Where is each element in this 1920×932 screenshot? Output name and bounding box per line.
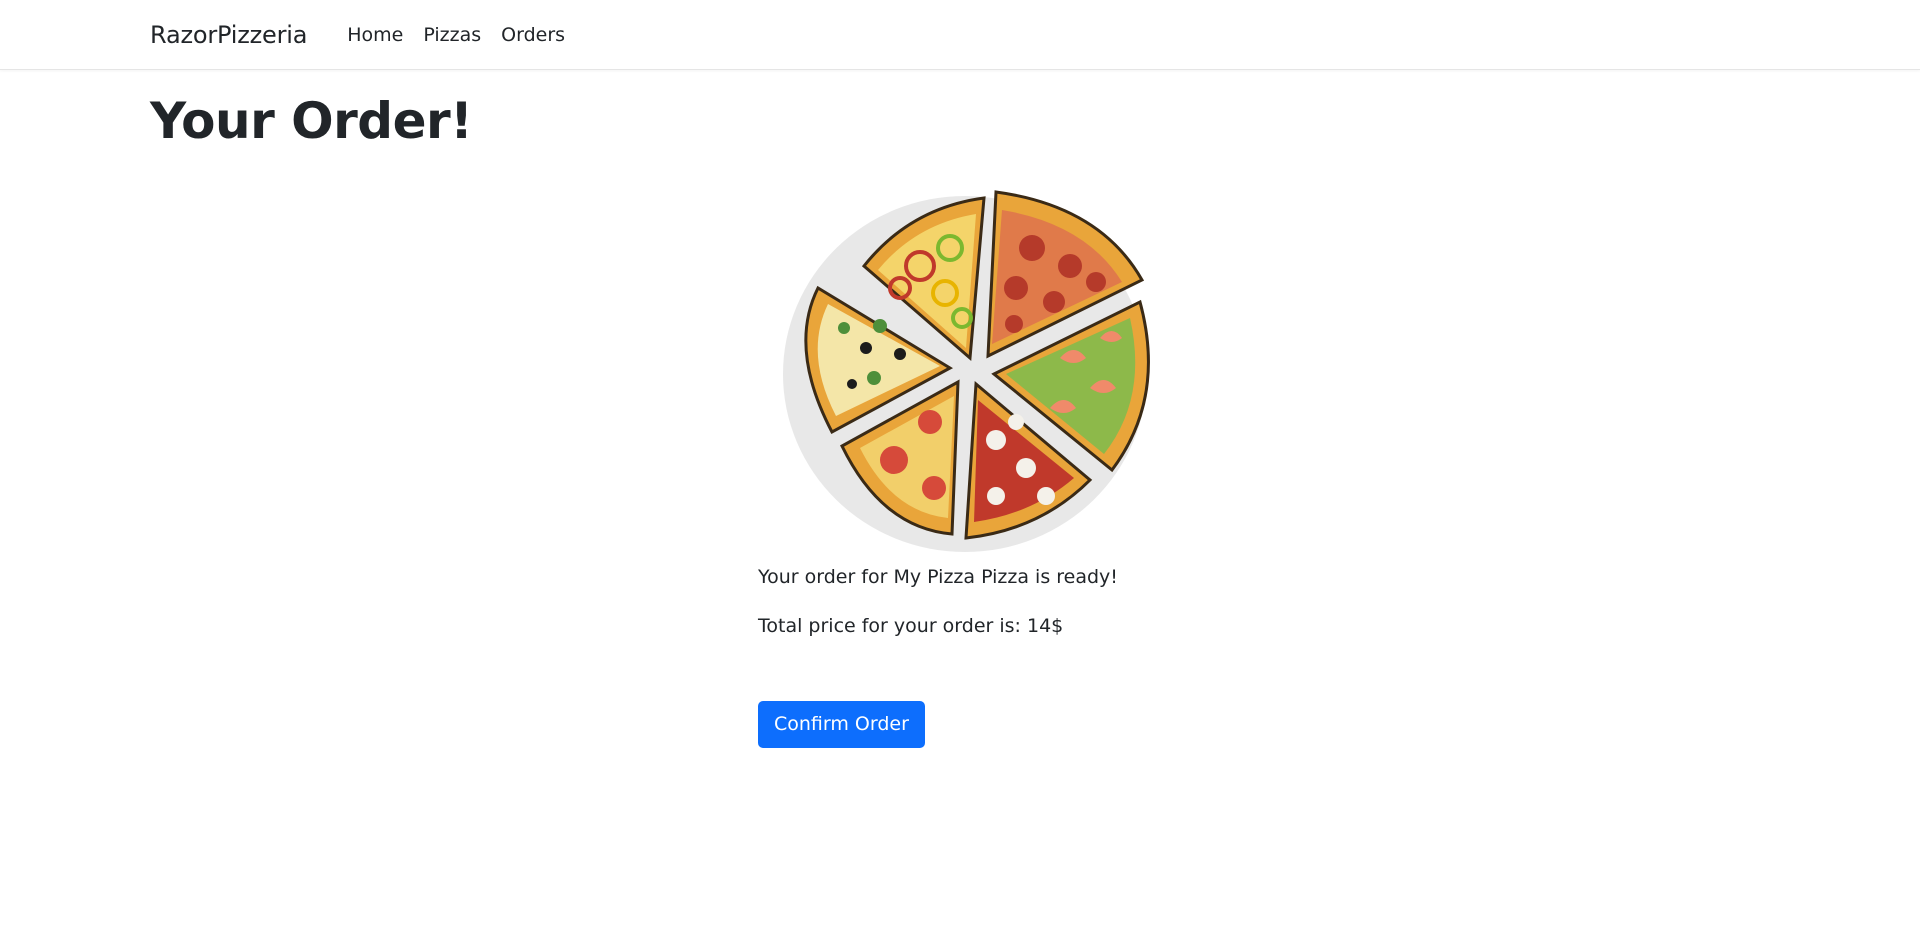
page-title: Your Order! <box>150 92 473 150</box>
total-price: Total price for your order is: 14$ <box>758 615 1064 637</box>
confirm-order-button[interactable]: Confirm Order <box>758 701 925 748</box>
navbar: RazorPizzeria Home Pizzas Orders <box>0 0 1920 70</box>
nav-link-home[interactable]: Home <box>337 16 413 54</box>
nav-link-orders[interactable]: Orders <box>491 16 575 54</box>
order-summary: Your order for My Pizza Pizza is ready! … <box>758 566 1118 637</box>
brand-link[interactable]: RazorPizzeria <box>150 21 307 49</box>
nav-link-pizzas[interactable]: Pizzas <box>413 16 491 54</box>
pizza-image <box>770 178 1160 560</box>
pizza-icon <box>783 190 1150 552</box>
order-message: Your order for My Pizza Pizza is ready! <box>758 566 1118 588</box>
